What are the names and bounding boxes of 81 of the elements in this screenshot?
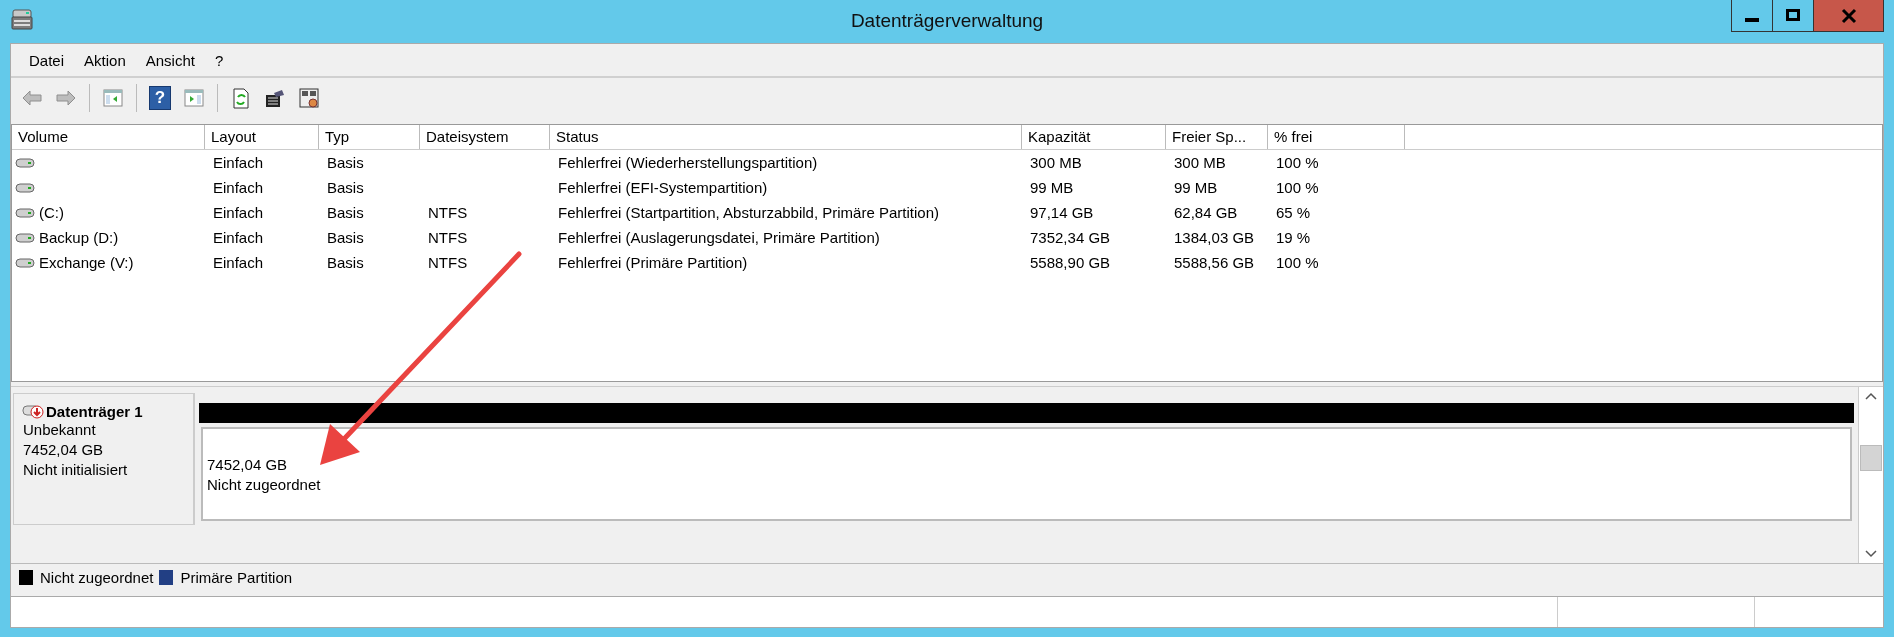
table-cell-text: 100 % <box>1275 253 1320 273</box>
drive-icon <box>15 231 35 244</box>
table-cell-text: Einfach <box>212 228 265 248</box>
minimize-button[interactable] <box>1731 0 1773 32</box>
partition-label: Nicht zugeordnet <box>207 475 322 495</box>
table-cell-text: 300 MB <box>1173 153 1227 173</box>
window-pane-icon <box>102 87 124 109</box>
disk-info-panel[interactable]: Datenträger 1 Unbekannt 7452,04 GB Nicht initialisiert <box>13 393 195 525</box>
table-cell-text: Fehlerfrei (Primäre Partition) <box>557 253 749 273</box>
table-cell-text: 5588,90 GB <box>1029 253 1112 273</box>
scrollbar-thumb[interactable] <box>1860 445 1882 471</box>
table-cell-text: Fehlerfrei (EFI-Systempartition) <box>557 178 769 198</box>
scroll-up-icon[interactable] <box>1864 391 1878 401</box>
menu-item[interactable]: Aktion <box>74 51 136 69</box>
drive-icon <box>15 206 35 219</box>
close-icon <box>1840 7 1857 24</box>
table-cell-text: 65 % <box>1275 203 1312 223</box>
table-cell: Exchange (V:) <box>39 254 134 271</box>
table-cell-text: 97,14 GB <box>1029 203 1095 223</box>
table-cell-text: Einfach <box>212 178 265 198</box>
column-header[interactable]: Layout <box>205 125 319 149</box>
menu-item[interactable]: ? <box>204 51 234 69</box>
menu-item[interactable]: Ansicht <box>135 51 205 69</box>
refresh-icon <box>230 87 252 109</box>
partition-size: 7452,04 GB <box>207 455 289 475</box>
window-pane-icon <box>183 87 205 109</box>
help-button[interactable]: ? <box>149 86 171 110</box>
table-cell-text: 100 % <box>1275 153 1320 173</box>
drive-icon <box>15 156 35 169</box>
column-header[interactable]: Typ <box>319 125 420 149</box>
table-cell-text: Basis <box>326 253 365 273</box>
table-cell-text: Einfach <box>212 253 265 273</box>
column-header[interactable]: Volume <box>12 125 205 149</box>
table-cell-text: 300 MB <box>1029 153 1083 173</box>
table-cell-text: Fehlerfrei (Startpartition, Absturzabbild, Primäre Partition) <box>557 203 940 223</box>
disk-drive-icon <box>10 8 34 32</box>
maximize-icon <box>1785 7 1801 24</box>
disk-state: Nicht initialisiert <box>22 460 129 480</box>
table-cell-text: Basis <box>326 178 365 198</box>
column-header[interactable]: % frei <box>1268 125 1405 149</box>
table-cell-text: Fehlerfrei (Auslagerungsdatei, Primäre Partition) <box>557 228 881 248</box>
disk-name: Datenträger 1 <box>46 402 143 420</box>
partition-box[interactable]: 7452,04 GB Nicht zugeordnet <box>201 427 1852 521</box>
table-cell-text: 100 % <box>1275 178 1320 198</box>
table-cell-text: Basis <box>326 228 365 248</box>
properties-icon <box>264 87 286 109</box>
disk-type: Unbekannt <box>22 420 97 440</box>
table-cell-text: Basis <box>326 203 365 223</box>
drive-icon <box>15 181 35 194</box>
table-cell-text: 99 MB <box>1173 178 1219 198</box>
column-header[interactable]: Freier Sp... <box>1166 125 1268 149</box>
drive-icon <box>15 256 35 269</box>
settings-icon <box>298 87 320 109</box>
table-cell-text: Einfach <box>212 153 265 173</box>
table-cell-text: NTFS <box>427 228 469 248</box>
column-header[interactable]: Dateisystem <box>420 125 550 149</box>
table-cell-text: 99 MB <box>1029 178 1075 198</box>
disk-size: 7452,04 GB <box>22 440 105 460</box>
table-cell-text: NTFS <box>427 203 469 223</box>
scroll-down-icon[interactable] <box>1864 549 1878 559</box>
table-cell-text: Fehlerfrei (Wiederherstellungspartition) <box>557 153 819 173</box>
table-cell: Backup (D:) <box>39 229 119 246</box>
column-header[interactable]: Kapazität <box>1022 125 1166 149</box>
legend-label: Primäre Partition <box>180 568 293 586</box>
table-cell-text: 19 % <box>1275 228 1312 248</box>
vertical-scrollbar[interactable] <box>1858 387 1883 563</box>
legend-label: Nicht zugeordnet <box>40 568 154 586</box>
table-cell: (C:) <box>39 204 64 221</box>
table-cell-text: 1384,03 GB <box>1173 228 1256 248</box>
table-cell-text: Einfach <box>212 203 265 223</box>
table-cell-text: Basis <box>326 153 365 173</box>
table-cell-text: 7352,34 GB <box>1029 228 1112 248</box>
column-header[interactable]: Status <box>550 125 1022 149</box>
menu-item[interactable]: Datei <box>19 51 75 69</box>
table-cell-text: NTFS <box>427 253 469 273</box>
table-cell-text: 5588,56 GB <box>1173 253 1256 273</box>
close-button[interactable] <box>1813 0 1884 32</box>
minimize-icon <box>1745 17 1759 22</box>
window-title: Datenträgerverwaltung <box>850 10 1044 32</box>
table-cell-text: 62,84 GB <box>1173 203 1239 223</box>
disk-error-icon <box>22 402 46 420</box>
